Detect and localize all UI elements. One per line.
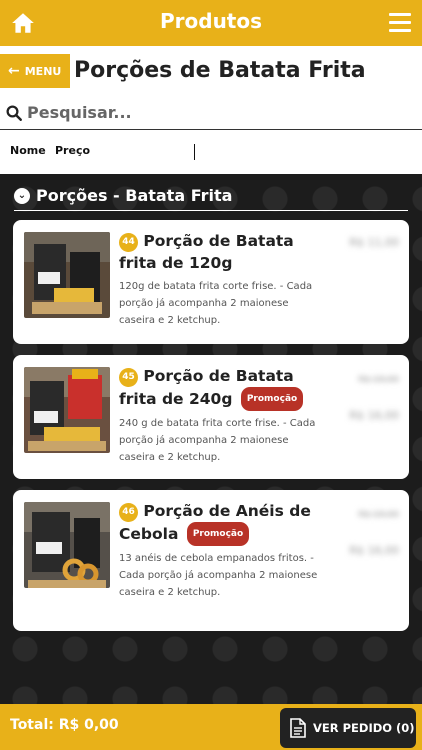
search-bar: [0, 96, 422, 130]
document-icon: [290, 718, 306, 738]
product-card[interactable]: 46 Porção de Anéis de Cebola Promoção 13…: [13, 490, 409, 631]
product-description: 13 anéis de cebola empanados fritos. - C…: [119, 553, 318, 598]
order-total: Total: R$ 0,00: [10, 717, 119, 733]
product-number-badge: 44: [119, 233, 138, 252]
product-description: 240 g de batata frita corte frise. - Cad…: [119, 418, 316, 463]
product-image: [24, 367, 110, 453]
product-number-badge: 46: [119, 503, 138, 522]
product-image: [24, 502, 110, 588]
product-price: R$ 16,00: [349, 544, 399, 557]
product-description: 120g de batata frita corte frise. - Cada…: [119, 281, 313, 326]
section-header[interactable]: ⌄ Porções - Batata Frita: [14, 186, 408, 211]
arrow-left-icon: ←: [8, 63, 20, 79]
view-order-label: VER PEDIDO (0): [313, 721, 415, 735]
product-name: Porção de Batata frita de 120g: [119, 232, 294, 272]
page-title: Porções de Batata Frita: [74, 58, 366, 83]
product-old-price: R$ 19,00: [358, 375, 399, 385]
app-title: Produtos: [159, 9, 263, 33]
hamburger-menu-icon[interactable]: [389, 13, 411, 33]
chevron-circle-down-icon: ⌄: [14, 187, 30, 204]
sort-divider: [194, 144, 195, 160]
sort-by-name[interactable]: Nome: [10, 144, 46, 157]
product-price: R$ 16,00: [349, 409, 399, 422]
product-old-price: R$ 19,00: [358, 510, 399, 520]
product-price: R$ 11,00: [349, 236, 399, 249]
product-list-area: ⌄ Porções - Batata Frita 44 Porção de Ba…: [0, 174, 422, 704]
view-order-button[interactable]: VER PEDIDO (0): [280, 708, 416, 748]
product-image: [24, 232, 110, 318]
promo-badge: Promoção: [240, 387, 304, 411]
search-input[interactable]: [27, 103, 407, 122]
top-bar: Produtos: [0, 0, 422, 46]
section-title: Porções - Batata Frita: [36, 186, 233, 205]
back-menu-button[interactable]: ← MENU: [0, 54, 70, 88]
footer-bar: Total: R$ 0,00 VER PEDIDO (0): [0, 704, 422, 750]
sort-bar: Nome Preço: [0, 130, 422, 174]
product-card[interactable]: 44 Porção de Batata frita de 120g 120g d…: [13, 220, 409, 344]
sort-by-price[interactable]: Preço: [55, 144, 90, 157]
back-menu-label: MENU: [24, 64, 62, 78]
product-card[interactable]: 45 Porção de Batata frita de 240g Promoç…: [13, 355, 409, 479]
promo-badge: Promoção: [186, 522, 250, 546]
product-number-badge: 45: [119, 368, 138, 387]
search-icon: [6, 105, 22, 121]
